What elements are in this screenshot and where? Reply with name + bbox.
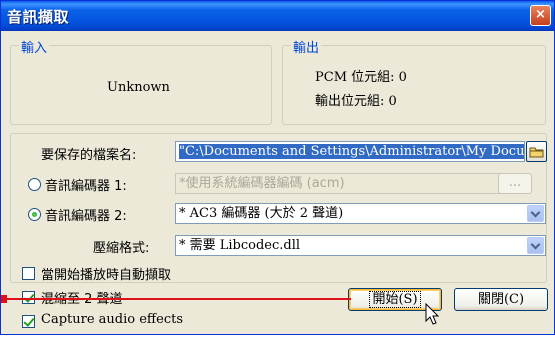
encoder1-label: 音訊編碼器 1:: [45, 179, 127, 194]
title-bar[interactable]: 音訊擷取 ×: [1, 1, 554, 31]
start-button-label: 開始(S): [369, 291, 421, 308]
output-group-legend: 輸出: [291, 37, 322, 56]
compress-format-value: * 需要 Libcodec.dll: [179, 238, 301, 253]
encoder1-select-value: *使用系統編碼器編碼 (acm): [179, 176, 345, 191]
capture-effects-label: Capture audio effects: [41, 312, 184, 327]
chevron-down-icon: [527, 237, 544, 254]
compress-label: 壓縮格式:: [93, 241, 150, 256]
input-group-legend: 輸入: [19, 37, 50, 56]
folder-icon: [529, 147, 544, 158]
input-format-value: Unknown: [107, 80, 170, 95]
close-button[interactable]: 關閉(C): [454, 288, 548, 311]
audio-capture-dialog: 音訊擷取 × 輸入 Unknown 輸出 PCM 位元組: 0 輸出位元組: 0…: [0, 0, 555, 335]
input-group: 輸入 Unknown: [10, 37, 272, 125]
filename-input[interactable]: "C:\Documents and Settings\Administrator…: [175, 141, 525, 162]
browse-folder-button[interactable]: [526, 141, 547, 162]
annotation-pointer-line: [1, 298, 351, 300]
chevron-down-icon: [527, 205, 544, 222]
close-icon[interactable]: ×: [530, 5, 551, 26]
encoder1-radio[interactable]: [28, 178, 41, 191]
encoder1-config-button[interactable]: ...: [498, 173, 532, 194]
window-title: 音訊擷取: [7, 8, 70, 26]
encoder2-radio[interactable]: [28, 208, 41, 221]
close-button-label: 關閉(C): [477, 292, 525, 307]
capture-effects-checkbox[interactable]: [22, 315, 35, 328]
auto-capture-checkbox[interactable]: [22, 267, 35, 280]
mouse-cursor-icon: [425, 303, 440, 325]
encoder2-select-value: * AC3 編碼器 (大於 2 聲道): [179, 206, 344, 221]
auto-capture-label: 當開始播放時自動擷取: [41, 268, 172, 283]
encoder2-select[interactable]: * AC3 編碼器 (大於 2 聲道): [175, 203, 546, 224]
pcm-bytes-readout: PCM 位元組: 0: [315, 70, 407, 85]
compress-format-select[interactable]: * 需要 Libcodec.dll: [175, 235, 546, 256]
output-group: 輸出 PCM 位元組: 0 輸出位元組: 0: [282, 37, 546, 125]
filename-label: 要保存的檔案名:: [41, 148, 137, 163]
encoder1-select[interactable]: *使用系統編碼器編碼 (acm): [175, 173, 525, 194]
encoder2-label: 音訊編碼器 2:: [45, 209, 127, 224]
output-bytes-readout: 輸出位元組: 0: [315, 94, 397, 109]
